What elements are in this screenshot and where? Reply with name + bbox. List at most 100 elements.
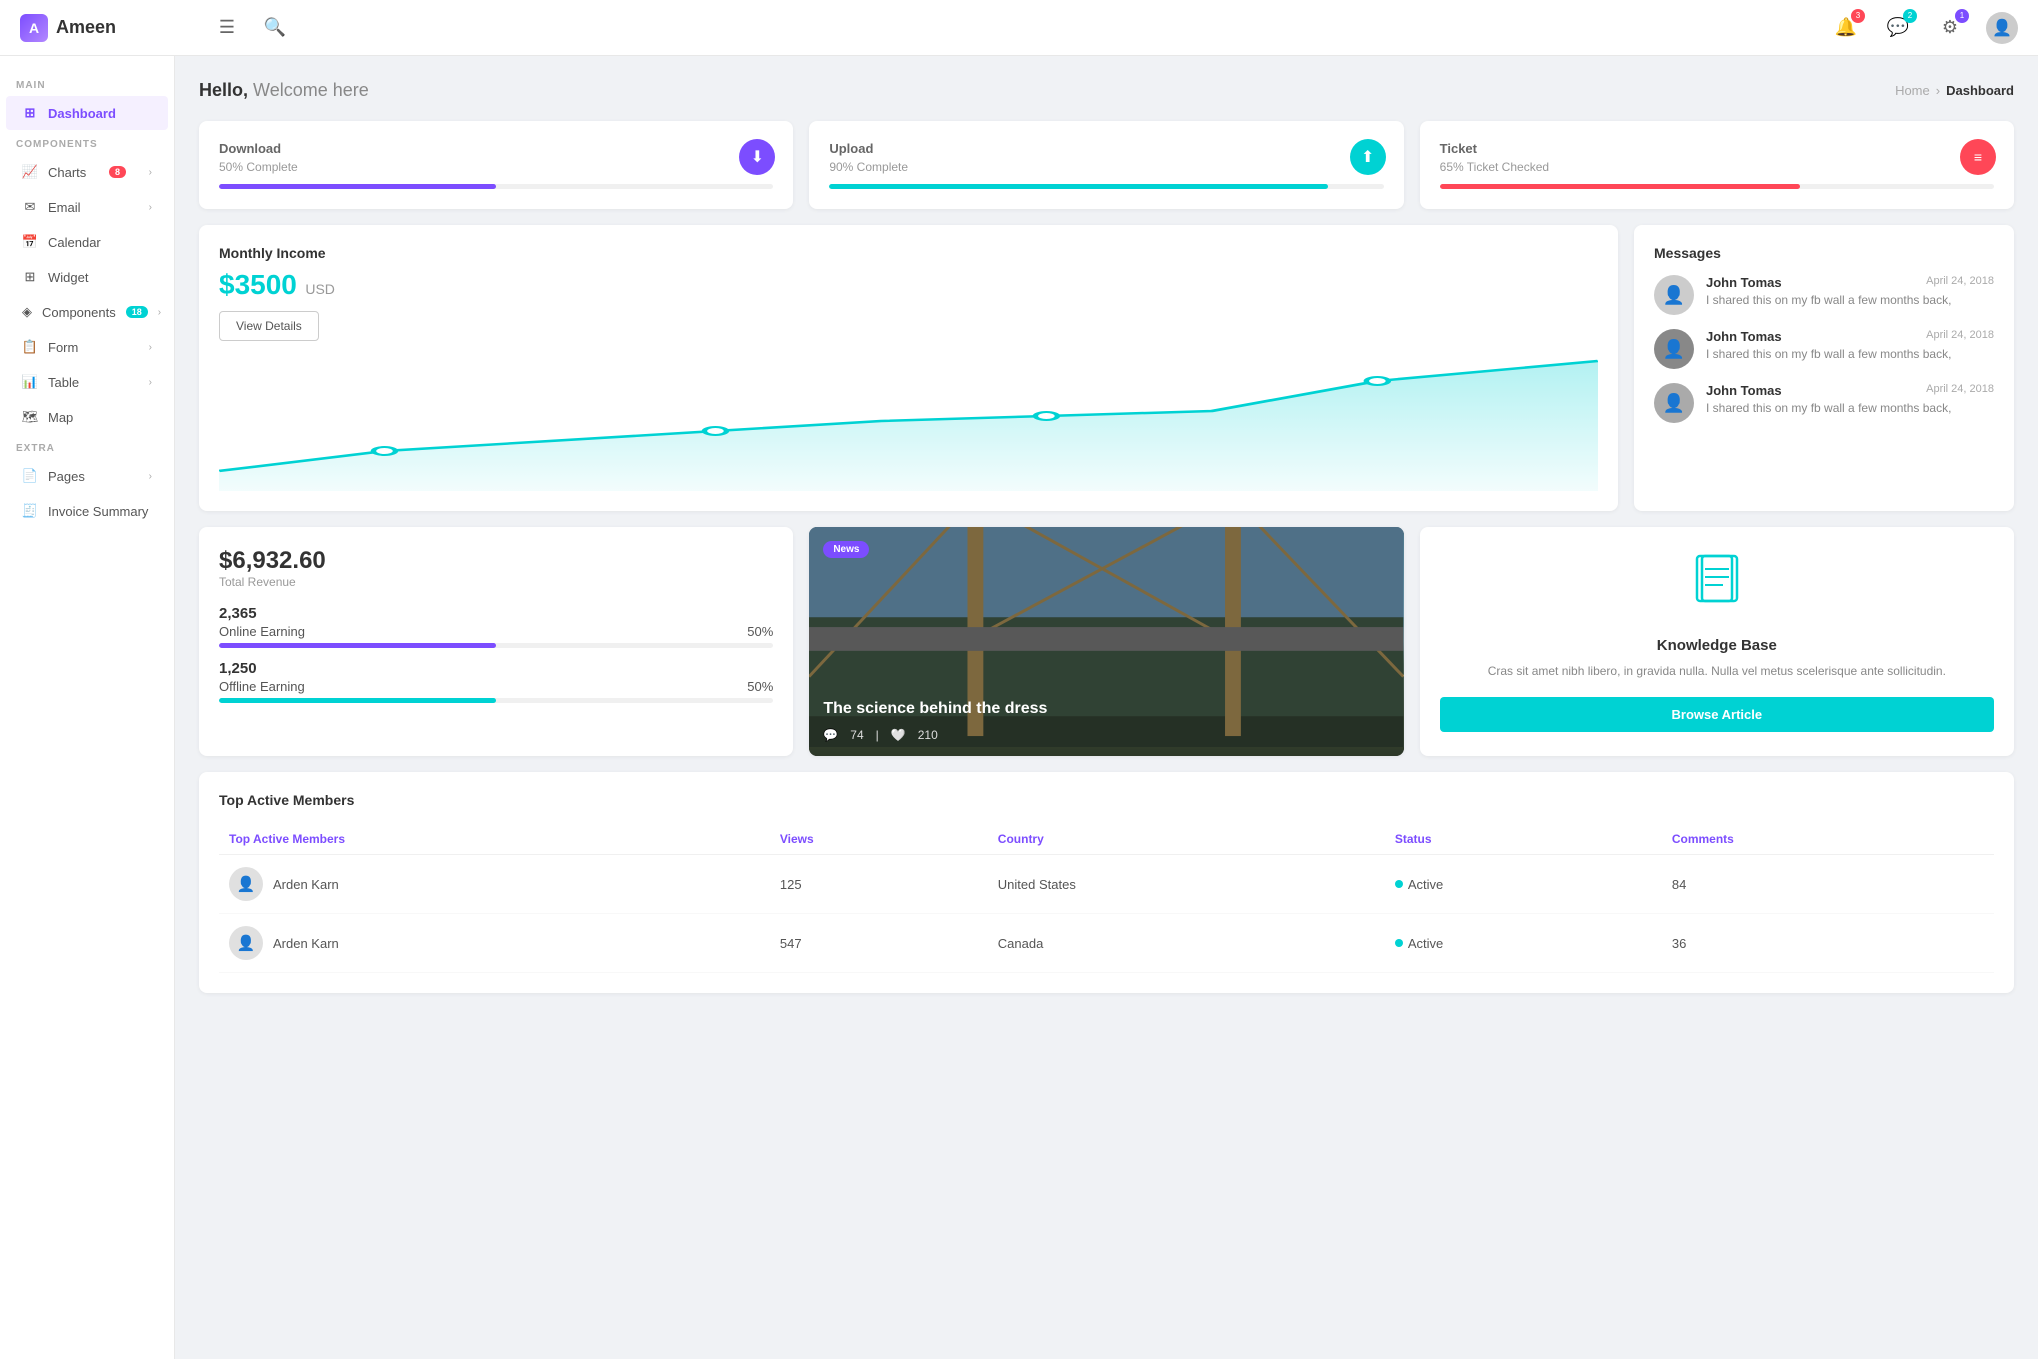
- app-body: MAIN ⊞ Dashboard COMPONENTS 📈 Charts 8 ›…: [0, 56, 2038, 1359]
- msg-name-3: John Tomas: [1706, 383, 1782, 398]
- chevron-right-icon: ›: [149, 377, 152, 388]
- components-icon: ◈: [22, 304, 32, 320]
- news-text: The science behind the dress 💬 74 | 🤍 21…: [823, 699, 1389, 742]
- online-progress-bar: [219, 643, 773, 648]
- stat-cards: ⬇ Download 50% Complete ⬆ Upload 90% Com…: [199, 121, 2014, 209]
- member-comments: 36: [1662, 914, 1994, 973]
- sidebar: MAIN ⊞ Dashboard COMPONENTS 📈 Charts 8 ›…: [0, 56, 175, 1359]
- stat-card-download: ⬇ Download 50% Complete: [199, 121, 793, 209]
- sidebar-item-table[interactable]: 📊 Table ›: [6, 365, 168, 399]
- sidebar-item-dashboard[interactable]: ⊞ Dashboard: [6, 96, 168, 130]
- msg-date-1: April 24, 2018: [1926, 275, 1994, 290]
- msg-date-2: April 24, 2018: [1926, 329, 1994, 344]
- map-icon: 🗺: [22, 409, 38, 425]
- logo-icon: A: [20, 14, 48, 42]
- status-dot: [1395, 939, 1403, 947]
- news-stats: 💬 74 | 🤍 210: [823, 728, 1389, 742]
- sidebar-item-label: Table: [48, 375, 79, 390]
- member-country: Canada: [988, 914, 1385, 973]
- sidebar-item-map[interactable]: 🗺 Map: [6, 400, 168, 434]
- chat-button[interactable]: 💬 2: [1882, 12, 1914, 44]
- col-views: Views: [770, 824, 988, 855]
- download-progress-bar: [219, 184, 773, 189]
- divider: |: [876, 728, 879, 742]
- view-details-button[interactable]: View Details: [219, 311, 319, 341]
- online-earning-label: Online Earning: [219, 624, 305, 639]
- table-card: Top Active Members Top Active Members Vi…: [199, 772, 2014, 993]
- sidebar-item-label: Map: [48, 410, 73, 425]
- sidebar-item-charts[interactable]: 📈 Charts 8 ›: [6, 155, 168, 189]
- chevron-right-icon: ›: [149, 471, 152, 482]
- topbar: A Ameen ☰ 🔍 🔔 3 💬 2 ⚙ 1 👤: [0, 0, 2038, 56]
- logo-text: Ameen: [56, 17, 116, 38]
- like-icon: 🤍: [891, 728, 906, 742]
- browse-article-button[interactable]: Browse Article: [1440, 697, 1994, 732]
- table-row: 👤 Arden Karn 547 Canada Active 36: [219, 914, 1994, 973]
- upload-progress-bar: [829, 184, 1383, 189]
- bottom-row: $6,932.60 Total Revenue 2,365 Online Ear…: [199, 527, 2014, 756]
- online-progress-fill: [219, 643, 496, 648]
- sidebar-item-label: Invoice Summary: [48, 504, 148, 519]
- sidebar-item-label: Form: [48, 340, 78, 355]
- message-item: 👤 John Tomas April 24, 2018 I shared thi…: [1654, 383, 1994, 423]
- page-header: Hello, Welcome here Home › Dashboard: [199, 80, 2014, 101]
- sidebar-item-email[interactable]: ✉ Email ›: [6, 190, 168, 224]
- member-cell: 👤 Arden Karn: [219, 914, 770, 973]
- member-avatar: 👤: [229, 867, 263, 901]
- monthly-income-currency: USD: [305, 281, 335, 297]
- revenue-label: Total Revenue: [219, 575, 773, 589]
- monthly-income-title: Monthly Income: [219, 245, 1598, 261]
- member-avatar: 👤: [229, 926, 263, 960]
- sidebar-item-label: Email: [48, 200, 81, 215]
- income-chart: [219, 351, 1598, 491]
- charts-icon: 📈: [22, 164, 38, 180]
- chevron-right-icon: ›: [158, 307, 161, 318]
- offline-progress-bar: [219, 698, 773, 703]
- search-icon[interactable]: 🔍: [259, 12, 291, 44]
- col-country: Country: [988, 824, 1385, 855]
- messages-title: Messages: [1654, 245, 1994, 261]
- sidebar-item-label: Dashboard: [48, 106, 116, 121]
- msg-avatar-2: 👤: [1654, 329, 1694, 369]
- sidebar-components-label: COMPONENTS: [0, 131, 174, 154]
- notification-badge: 3: [1851, 9, 1865, 23]
- sidebar-item-invoice[interactable]: 🧾 Invoice Summary: [6, 494, 168, 528]
- news-comments: 74: [850, 728, 863, 742]
- sidebar-item-label: Components: [42, 305, 116, 320]
- offline-earning-row: 1,250 Offline Earning 50%: [219, 660, 773, 703]
- msg-body-1: John Tomas April 24, 2018 I shared this …: [1706, 275, 1994, 315]
- breadcrumb-separator: ›: [1936, 83, 1940, 98]
- msg-body-3: John Tomas April 24, 2018 I shared this …: [1706, 383, 1994, 423]
- chevron-right-icon: ›: [149, 342, 152, 353]
- news-card[interactable]: News The science behind the dress 💬 74 |…: [809, 527, 1403, 756]
- breadcrumb-current: Dashboard: [1946, 83, 2014, 98]
- dashboard-icon: ⊞: [22, 105, 38, 121]
- member-country: United States: [988, 855, 1385, 914]
- member-views: 547: [770, 914, 988, 973]
- sidebar-main-label: MAIN: [0, 72, 174, 95]
- member-status: Active: [1385, 855, 1662, 914]
- status-dot: [1395, 880, 1403, 888]
- avatar[interactable]: 👤: [1986, 12, 2018, 44]
- chevron-right-icon: ›: [149, 167, 152, 178]
- notification-button[interactable]: 🔔 3: [1830, 12, 1862, 44]
- upload-icon: ⬆: [1350, 139, 1386, 175]
- chevron-right-icon: ›: [149, 202, 152, 213]
- settings-button[interactable]: ⚙ 1: [1934, 12, 1966, 44]
- sidebar-item-form[interactable]: 📋 Form ›: [6, 330, 168, 364]
- form-icon: 📋: [22, 339, 38, 355]
- offline-earning-count: 1,250: [219, 660, 773, 677]
- sidebar-item-pages[interactable]: 📄 Pages ›: [6, 459, 168, 493]
- monthly-income-card: Monthly Income $3500 USD View Details: [199, 225, 1618, 511]
- charts-badge: 8: [109, 166, 126, 178]
- member-name: Arden Karn: [273, 936, 339, 951]
- news-headline: The science behind the dress: [823, 699, 1389, 720]
- sidebar-item-components[interactable]: ◈ Components 18 ›: [6, 295, 168, 329]
- widget-icon: ⊞: [22, 269, 38, 285]
- sidebar-item-widget[interactable]: ⊞ Widget: [6, 260, 168, 294]
- member-name: Arden Karn: [273, 877, 339, 892]
- table-title: Top Active Members: [219, 792, 1994, 808]
- menu-toggle[interactable]: ☰: [211, 12, 243, 44]
- news-likes: 210: [918, 728, 938, 742]
- sidebar-item-calendar[interactable]: 📅 Calendar: [6, 225, 168, 259]
